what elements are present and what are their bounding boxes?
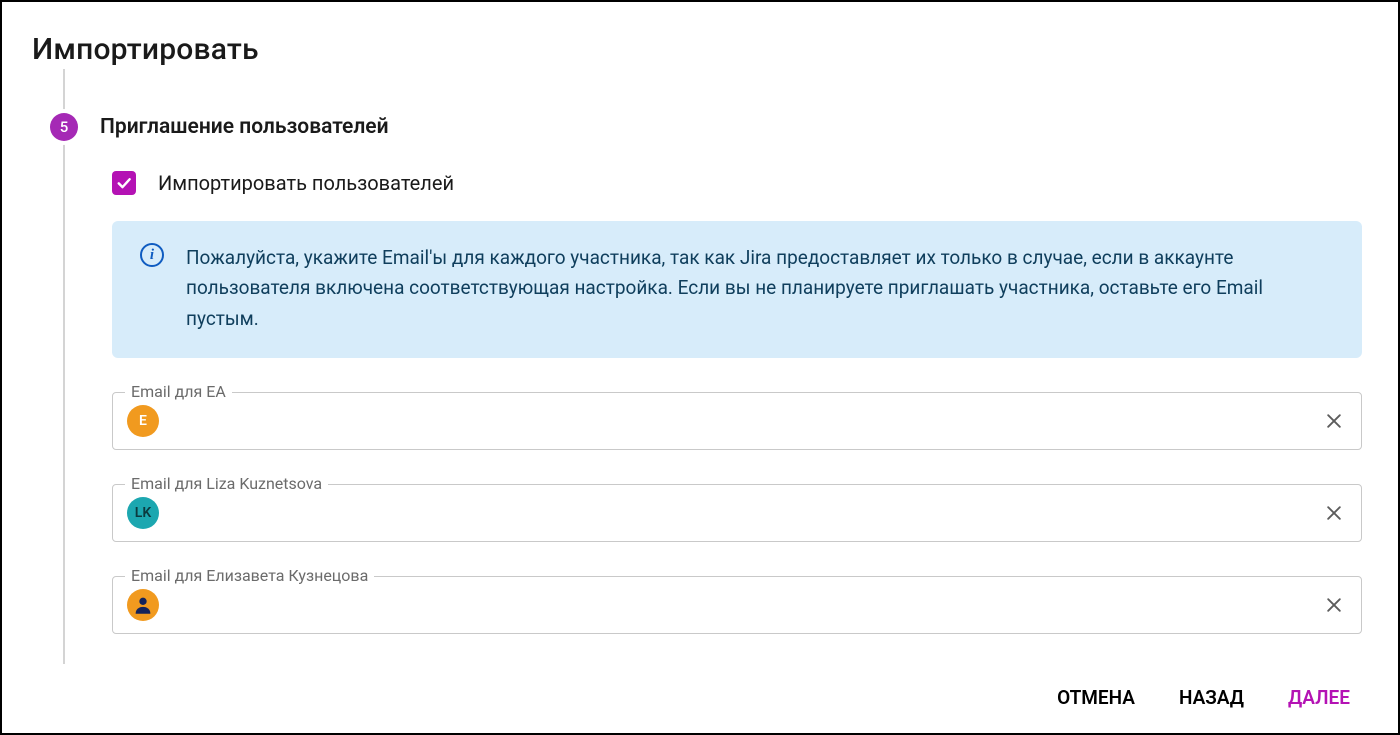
info-icon: i: [140, 243, 164, 267]
import-users-checkbox[interactable]: [112, 171, 136, 195]
email-input[interactable]: [171, 502, 1321, 524]
clear-button[interactable]: [1321, 408, 1347, 434]
step-label: Приглашение пользователей: [100, 115, 389, 139]
next-button[interactable]: ДАЛЕЕ: [1284, 680, 1354, 715]
step-connector-bottom: [63, 137, 65, 664]
clear-button[interactable]: [1321, 592, 1347, 618]
close-icon: [1324, 411, 1344, 431]
email-field-elizaveta: Email для Елизавета Кузнецова: [112, 576, 1362, 634]
step-header: 5 Приглашение пользователей: [50, 77, 1362, 141]
back-button[interactable]: НАЗАД: [1175, 680, 1248, 715]
checkmark-icon: [115, 174, 133, 192]
avatar: [127, 589, 159, 621]
clear-button[interactable]: [1321, 500, 1347, 526]
person-icon: [132, 594, 154, 616]
step-number-badge: 5: [50, 113, 78, 141]
import-users-checkbox-row: Импортировать пользователей: [112, 171, 1362, 195]
import-dialog: Импортировать 5 Приглашение пользователе…: [2, 2, 1398, 733]
field-label: Email для EA: [125, 382, 232, 401]
stepper: 5 Приглашение пользователей Импортироват…: [50, 77, 1362, 664]
cancel-button[interactable]: ОТМЕНА: [1053, 680, 1139, 715]
info-text: Пожалуйста, укажите Email'ы для каждого …: [186, 243, 1334, 334]
dialog-title: Импортировать: [32, 32, 1362, 67]
close-icon: [1324, 595, 1344, 615]
field-label: Email для Liza Kuznetsova: [125, 474, 328, 493]
email-field-ea: Email для EA E: [112, 392, 1362, 450]
email-input[interactable]: [171, 594, 1321, 616]
info-banner: i Пожалуйста, укажите Email'ы для каждог…: [112, 221, 1362, 358]
dialog-footer: ОТМЕНА НАЗАД ДАЛЕЕ: [32, 666, 1362, 733]
field-label: Email для Елизавета Кузнецова: [125, 566, 374, 585]
email-input[interactable]: [171, 410, 1321, 432]
avatar: E: [127, 405, 159, 437]
avatar: LK: [127, 497, 159, 529]
import-users-checkbox-label: Импортировать пользователей: [158, 171, 454, 195]
step-body: Импортировать пользователей i Пожалуйста…: [112, 141, 1362, 664]
close-icon: [1324, 503, 1344, 523]
email-field-liza: Email для Liza Kuznetsova LK: [112, 484, 1362, 542]
